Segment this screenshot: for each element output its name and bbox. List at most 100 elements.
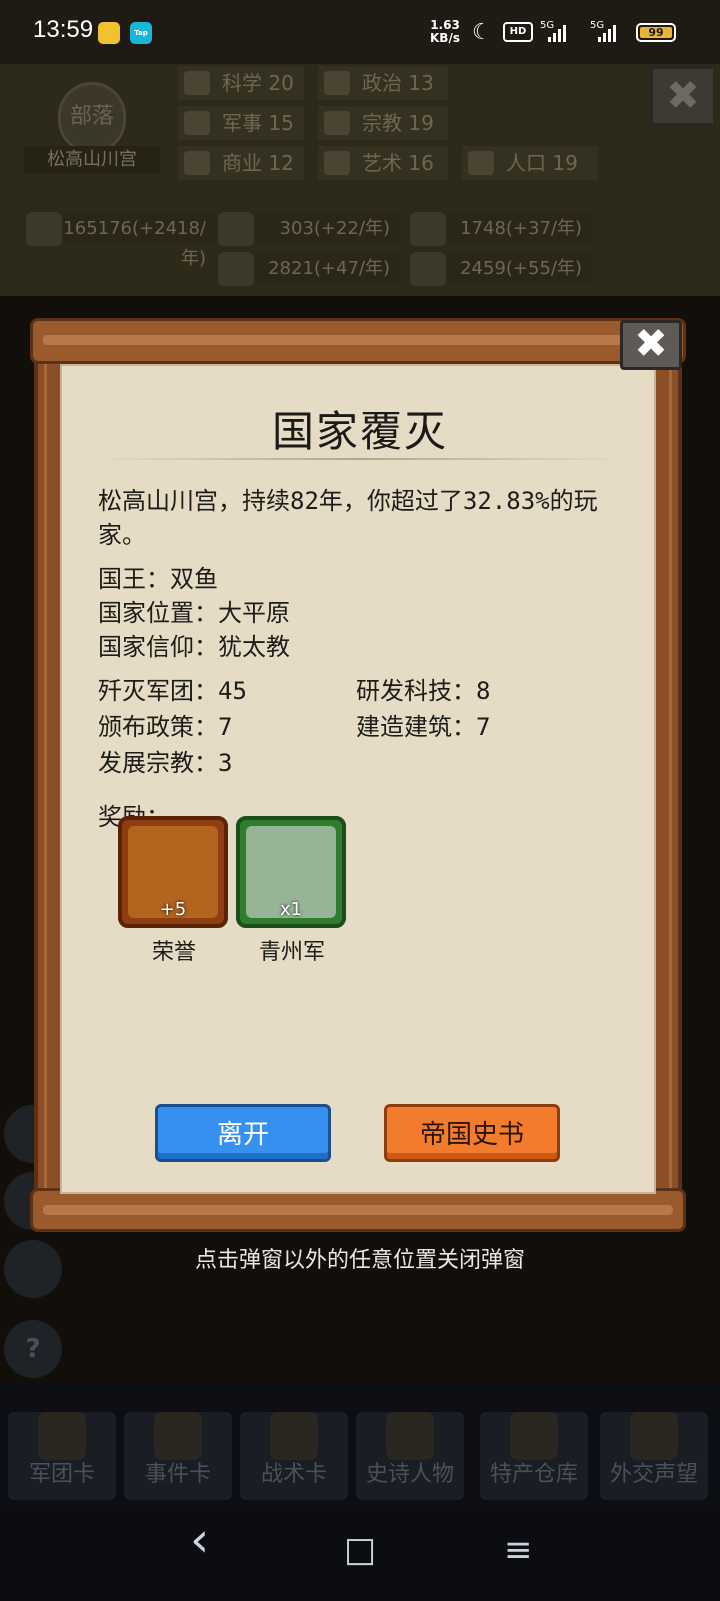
helmet-icon bbox=[38, 1412, 86, 1460]
buildings-stat: 建造建筑：7 bbox=[356, 713, 491, 741]
signal-icon-2 bbox=[598, 24, 616, 42]
tribe-name: 松高山川宫 bbox=[24, 146, 160, 174]
reward-honor[interactable]: +5 荣誉 bbox=[118, 816, 230, 966]
title-divider bbox=[92, 458, 628, 460]
scroll-icon bbox=[154, 1412, 202, 1460]
scroll-roll-bottom bbox=[30, 1188, 686, 1232]
taptap-notification-icon: Tap bbox=[130, 22, 152, 44]
stat-label: 人口 19 bbox=[506, 151, 578, 175]
stat-art[interactable]: 艺术 16 bbox=[318, 146, 448, 180]
letter-icon bbox=[630, 1412, 678, 1460]
tech-researched-stat: 研发科技：8 bbox=[356, 677, 491, 705]
app-notification-icon bbox=[98, 22, 120, 44]
card-label: 外交声望 bbox=[609, 1462, 698, 1487]
diplomacy-button[interactable]: 外交声望 bbox=[600, 1412, 708, 1500]
stat-commerce[interactable]: 商业 12 bbox=[178, 146, 304, 180]
empire-history-button[interactable]: 帝国史书 bbox=[384, 1104, 560, 1162]
faith-info: 国家信仰：犹太教 bbox=[98, 633, 290, 661]
battery-icon: 99 bbox=[636, 23, 676, 42]
stat-label: 政治 13 bbox=[362, 71, 434, 95]
resource-label: 2821(+47/年) bbox=[268, 258, 390, 279]
close-hint: 点击弹窗以外的任意位置关闭弹窗 bbox=[194, 1248, 525, 1273]
do-not-disturb-icon: ☾ bbox=[472, 20, 492, 45]
iron-icon bbox=[410, 212, 446, 246]
commerce-icon bbox=[184, 151, 210, 175]
dialog-title: 国家覆灭 bbox=[271, 407, 448, 456]
card-label: 史诗人物 bbox=[365, 1462, 454, 1487]
art-icon bbox=[324, 151, 350, 175]
stat-label: 艺术 16 bbox=[362, 151, 434, 175]
religion-icon bbox=[324, 111, 350, 135]
stat-label: 军事 15 bbox=[222, 111, 294, 135]
shield-icon bbox=[270, 1412, 318, 1460]
status-bar: 13:59 Tap 1.63 KB/s ☾ HD 5G 5G 99 bbox=[0, 0, 720, 64]
menu-icon[interactable]: ≡ bbox=[504, 1530, 533, 1570]
resource-label: 2459(+55/年) bbox=[460, 258, 582, 279]
location-info: 国家位置：大平原 bbox=[98, 599, 290, 627]
bottom-card-bar: 军团卡 事件卡 战术卡 史诗人物 特产仓库 外交声望 bbox=[0, 1384, 720, 1510]
specialty-warehouse-button[interactable]: 特产仓库 bbox=[480, 1412, 588, 1500]
legions-destroyed-stat: 歼灭军团：45 bbox=[98, 677, 247, 705]
network-speed-unit: KB/s bbox=[430, 31, 460, 45]
stat-science[interactable]: 科学 20 bbox=[178, 66, 304, 100]
battery-level: 99 bbox=[640, 27, 672, 38]
resource-stone[interactable]: 2821(+47/年) bbox=[218, 252, 400, 286]
policies-stat: 颁布政策：7 bbox=[98, 713, 233, 741]
card-label: 军团卡 bbox=[28, 1462, 95, 1487]
help-side-button[interactable]: ? bbox=[4, 1320, 62, 1378]
parchment-panel: 国家覆灭 松高山川宫，持续82年，你超过了32.83%的玩家。 国王：双鱼 国家… bbox=[60, 364, 656, 1194]
meat-icon bbox=[410, 252, 446, 286]
reward-qingzhou-army[interactable]: x1 青州军 bbox=[236, 816, 348, 966]
politics-icon bbox=[324, 71, 350, 95]
back-icon[interactable]: ‹ bbox=[190, 1516, 209, 1564]
stat-label: 商业 12 bbox=[222, 151, 294, 175]
crown-icon bbox=[386, 1412, 434, 1460]
chest-icon bbox=[510, 1412, 558, 1460]
tribe-badge[interactable]: 部落 bbox=[58, 82, 126, 154]
stat-label: 宗教 19 bbox=[362, 111, 434, 135]
science-icon bbox=[184, 71, 210, 95]
king-info: 国王：双鱼 bbox=[98, 565, 218, 593]
reward-name: 荣誉 bbox=[151, 940, 196, 965]
religions-stat: 发展宗教：3 bbox=[98, 749, 233, 777]
qingzhou-army-icon: x1 bbox=[236, 816, 346, 928]
event-card-button[interactable]: 事件卡 bbox=[124, 1412, 232, 1500]
gold-icon bbox=[26, 212, 62, 246]
reward-quantity: +5 bbox=[159, 899, 187, 920]
system-nav-bar: ‹ □ ≡ bbox=[0, 1510, 720, 1601]
stone-icon bbox=[218, 252, 254, 286]
military-icon bbox=[184, 111, 210, 135]
legion-card-button[interactable]: 军团卡 bbox=[8, 1412, 116, 1500]
resource-wood[interactable]: 303(+22/年) bbox=[218, 212, 400, 246]
stat-religion[interactable]: 宗教 19 bbox=[318, 106, 448, 140]
tactic-card-button[interactable]: 战术卡 bbox=[240, 1412, 348, 1500]
card-label: 战术卡 bbox=[260, 1462, 327, 1487]
population-icon bbox=[468, 151, 494, 175]
network-speed: 1.63 KB/s bbox=[430, 19, 460, 45]
stat-label: 科学 20 bbox=[222, 71, 294, 95]
resource-iron[interactable]: 1748(+37/年) bbox=[410, 212, 592, 246]
card-label: 事件卡 bbox=[144, 1462, 211, 1487]
home-icon[interactable]: □ bbox=[344, 1530, 376, 1570]
epic-figure-button[interactable]: 史诗人物 bbox=[356, 1412, 464, 1500]
stat-military[interactable]: 军事 15 bbox=[178, 106, 304, 140]
hd-voice-icon: HD bbox=[503, 22, 533, 42]
leave-button[interactable]: 离开 bbox=[155, 1104, 331, 1162]
clock: 13:59 bbox=[33, 16, 94, 43]
stat-politics[interactable]: 政治 13 bbox=[318, 66, 448, 100]
result-summary: 松高山川宫，持续82年，你超过了32.83%的玩家。 bbox=[98, 487, 598, 549]
resource-gold[interactable]: 165176(+2418/年) bbox=[26, 212, 216, 269]
signal-icon-1 bbox=[548, 24, 566, 42]
dialog-close-button[interactable]: ✖ bbox=[620, 320, 682, 370]
reward-name: 青州军 bbox=[258, 940, 325, 965]
resource-label: 303(+22/年) bbox=[279, 218, 390, 239]
nation-destroyed-dialog: 国家覆灭 松高山川宫，持续82年，你超过了32.83%的玩家。 国王：双鱼 国家… bbox=[30, 318, 686, 1232]
reward-quantity: x1 bbox=[279, 899, 303, 920]
card-label: 特产仓库 bbox=[489, 1462, 578, 1487]
wood-icon bbox=[218, 212, 254, 246]
scroll-roll-top bbox=[30, 318, 686, 364]
resource-label: 1748(+37/年) bbox=[460, 218, 582, 239]
screen-close-button[interactable]: ✖ bbox=[650, 66, 716, 126]
stat-population[interactable]: 人口 19 bbox=[462, 146, 598, 180]
resource-meat[interactable]: 2459(+55/年) bbox=[410, 252, 592, 286]
